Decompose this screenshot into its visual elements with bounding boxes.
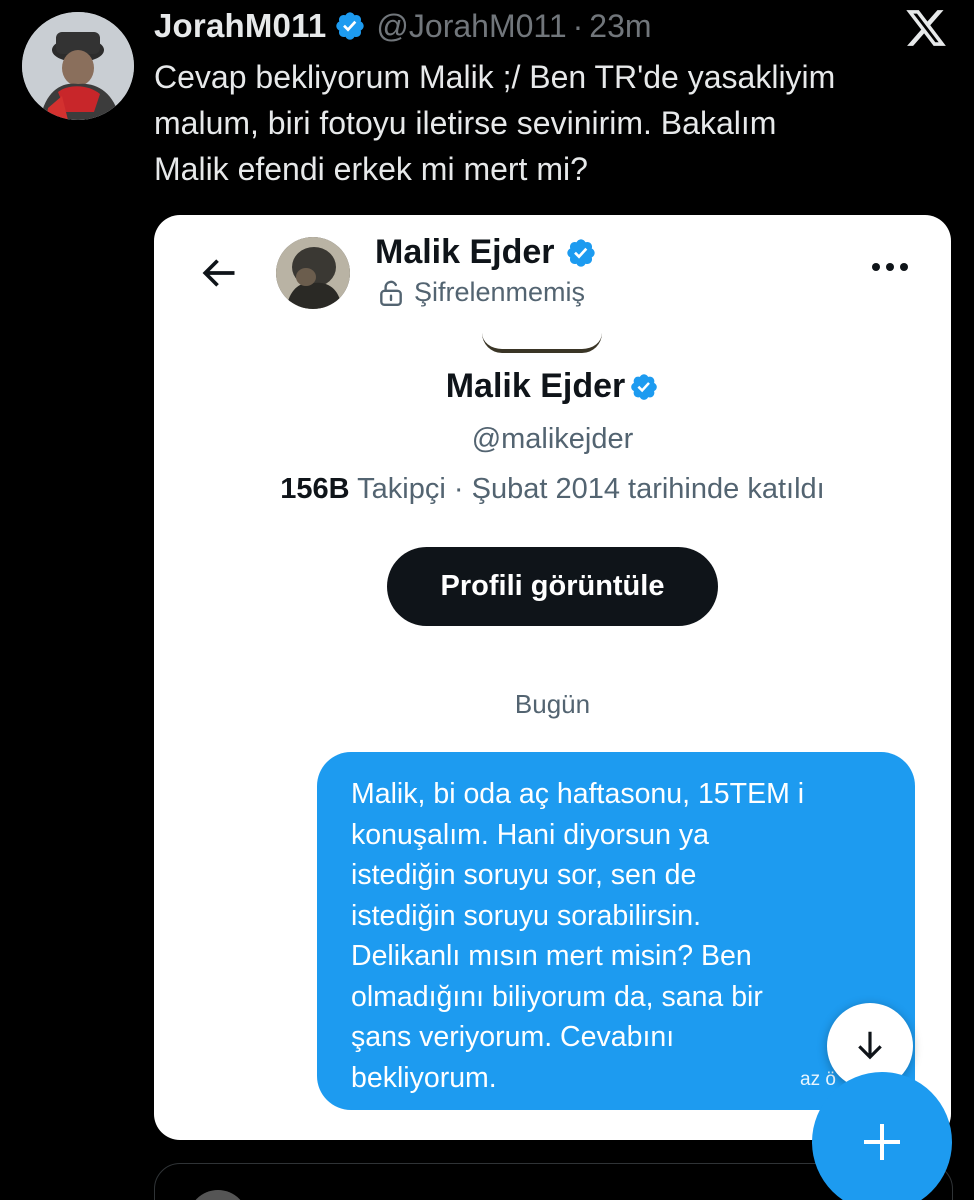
encryption-status-text: Şifrelenmemiş xyxy=(414,277,586,307)
profile-handle: @malikejder xyxy=(471,423,634,455)
author-avatar[interactable] xyxy=(22,12,134,120)
followers-count: 156B xyxy=(280,473,350,505)
tweet-header: JorahM011 @JorahM011 · 23m xyxy=(154,2,652,50)
tweet-screen: JorahM011 @JorahM011 · 23m Cevap bekliyo… xyxy=(0,0,974,1200)
message-line: Delikanlı mısın mert misin? Ben xyxy=(351,940,752,972)
message-bubble[interactable]: Malik, bi oda aç haftasonu, 15TEM i konu… xyxy=(317,752,915,1110)
message-time: az ö xyxy=(800,1069,836,1090)
message-line: şans veriyorum. Cevabını xyxy=(351,1021,675,1053)
tweet-text: Cevap bekliyorum Malik ;/ Ben TR'de yasa… xyxy=(154,54,964,192)
header-separator: · xyxy=(572,7,584,44)
profile-meta: 156B Takipçi · Şubat 2014 tarihinde katı… xyxy=(154,473,951,506)
x-logo-icon xyxy=(906,10,946,46)
plus-icon xyxy=(864,1124,900,1160)
joined-date: Şubat 2014 tarihinde katıldı xyxy=(471,473,825,505)
encryption-status: Şifrelenmemiş xyxy=(378,277,585,308)
verified-badge-icon xyxy=(336,12,365,40)
unlocked-icon xyxy=(380,280,402,306)
message-line: konuşalım. Hani diyorsun ya xyxy=(351,818,710,851)
verified-badge-icon xyxy=(631,373,658,400)
tweet-text-line: Cevap bekliyorum Malik ;/ Ben TR'de yasa… xyxy=(154,59,836,95)
message-line: Malik, bi oda aç haftasonu, 15TEM i xyxy=(351,778,805,810)
compose-fab-button[interactable] xyxy=(812,1072,952,1200)
attached-image-card[interactable]: Malik Ejder Şifrelenmemiş Malik Ejder @m… xyxy=(154,215,951,1140)
arrow-left-icon[interactable] xyxy=(196,251,240,295)
profile-avatar-edge xyxy=(482,333,602,353)
tweet-timestamp[interactable]: 23m xyxy=(589,8,651,45)
arrow-down-icon xyxy=(858,1031,882,1060)
dm-contact-name-text[interactable]: Malik Ejder xyxy=(375,233,555,272)
author-display-name[interactable]: JorahM011 xyxy=(154,7,326,45)
message-line: istediğin soruyu sor, sen de xyxy=(351,859,697,891)
message-line: istediğin soruyu sorabilirsin. xyxy=(351,899,702,932)
date-separator: Bugün xyxy=(514,689,591,719)
more-horizontal-icon[interactable] xyxy=(866,255,914,279)
author-handle[interactable]: @JorahM011 xyxy=(376,8,566,45)
avatar-photo xyxy=(22,12,134,120)
profile-name-text[interactable]: Malik Ejder xyxy=(446,367,626,406)
tweet-text-line: malum, biri fotoyu iletirse sevinirim. B… xyxy=(154,105,777,141)
dm-avatar-photo xyxy=(276,237,350,309)
tweet-text-line: Malik efendi erkek mi mert mi? xyxy=(154,151,588,187)
followers-label: Takipçi xyxy=(357,473,446,505)
view-profile-button[interactable]: Profili görüntüle xyxy=(387,547,718,626)
message-line: olmadığını biliyorum da, sana bir xyxy=(351,980,763,1013)
dm-contact-avatar[interactable] xyxy=(276,237,350,309)
meta-separator: · xyxy=(453,473,464,505)
verified-badge-icon xyxy=(566,238,595,267)
profile-name: Malik Ejder xyxy=(154,367,951,406)
dm-contact-name: Malik Ejder xyxy=(375,233,597,272)
